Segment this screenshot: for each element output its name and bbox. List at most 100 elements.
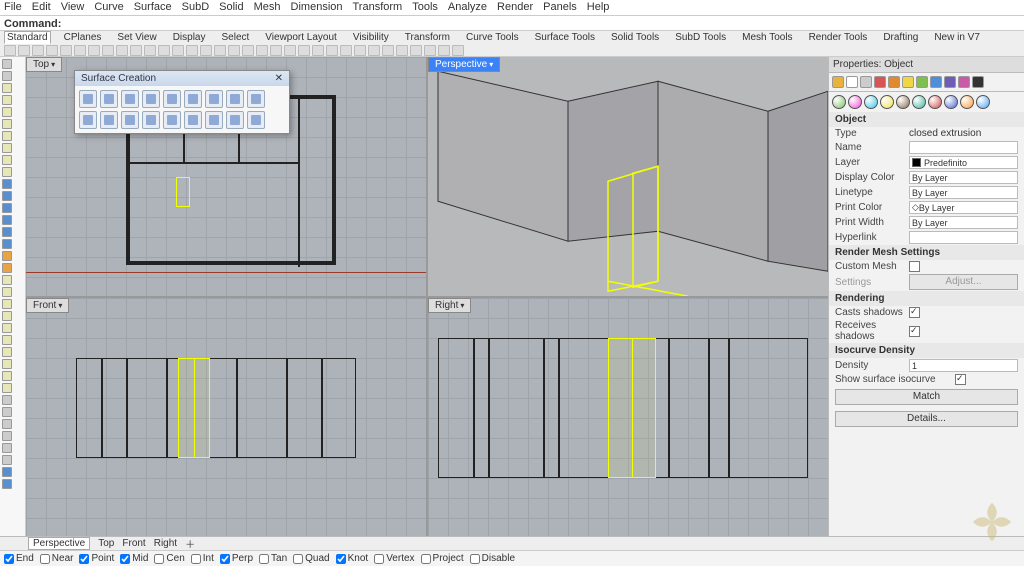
palette-swatch[interactable] (874, 76, 886, 88)
tool-extend-icon[interactable] (2, 299, 12, 309)
material-ball[interactable] (896, 95, 910, 109)
toolbar-icon[interactable] (60, 45, 72, 56)
tool-polyline-icon[interactable] (2, 95, 12, 105)
tool-polygon-icon[interactable] (2, 143, 12, 153)
prop-layer-select[interactable]: Predefinito (909, 156, 1018, 169)
material-ball[interactable] (944, 95, 958, 109)
menu-solid[interactable]: Solid (219, 1, 243, 14)
toolbar-icon[interactable] (396, 45, 408, 56)
menu-subd[interactable]: SubD (182, 1, 210, 14)
osnap-checkbox[interactable] (120, 554, 130, 564)
tool-shade-icon[interactable] (2, 479, 12, 489)
custom-mesh-checkbox[interactable] (909, 261, 920, 272)
tool-explode-icon[interactable] (2, 251, 12, 261)
prop-name-input[interactable] (909, 141, 1018, 154)
osnap-mid[interactable]: Mid (120, 553, 148, 564)
tab-setview[interactable]: Set View (114, 31, 159, 44)
osnap-perp[interactable]: Perp (220, 553, 253, 564)
adjust-button[interactable]: Adjust... (909, 274, 1018, 290)
srf-tool-icon[interactable] (142, 90, 160, 108)
viewport-perspective-label[interactable]: Perspective▾ (428, 57, 500, 72)
toolbar-icon[interactable] (382, 45, 394, 56)
toolbar-icon[interactable] (438, 45, 450, 56)
tool-cone-icon[interactable] (2, 239, 12, 249)
command-line[interactable]: Command: (0, 16, 1024, 31)
tab-solid-tools[interactable]: Solid Tools (608, 31, 662, 44)
tab-display[interactable]: Display (170, 31, 209, 44)
osnap-end[interactable]: End (4, 553, 34, 564)
tool-render-icon[interactable] (2, 467, 12, 477)
tool-grid-icon[interactable] (2, 443, 12, 453)
osnap-cen[interactable]: Cen (154, 553, 184, 564)
osnap-checkbox[interactable] (40, 554, 50, 564)
tab-cplanes[interactable]: CPlanes (61, 31, 105, 44)
material-ball[interactable] (912, 95, 926, 109)
toolbar-icon[interactable] (186, 45, 198, 56)
osnap-knot[interactable]: Knot (336, 553, 369, 564)
palette-swatch[interactable] (916, 76, 928, 88)
palette-swatch[interactable] (944, 76, 956, 88)
vtab-perspective[interactable]: Perspective (28, 537, 90, 550)
tool-curve-icon[interactable] (2, 155, 12, 165)
toolbar-icon[interactable] (130, 45, 142, 56)
menu-transform[interactable]: Transform (353, 1, 403, 14)
tab-render-tools[interactable]: Render Tools (806, 31, 871, 44)
osnap-disable[interactable]: Disable (470, 553, 515, 564)
toolbar-icon[interactable] (270, 45, 282, 56)
tab-viewport-layout[interactable]: Viewport Layout (262, 31, 340, 44)
srf-tool-icon[interactable] (226, 111, 244, 129)
toolbar-icon[interactable] (18, 45, 30, 56)
menu-render[interactable]: Render (497, 1, 533, 14)
tool-text-icon[interactable] (2, 419, 12, 429)
menu-view[interactable]: View (61, 1, 85, 14)
toolbar-icon[interactable] (200, 45, 212, 56)
tool-array-icon[interactable] (2, 335, 12, 345)
palette-swatch[interactable] (972, 76, 984, 88)
vtab-right[interactable]: Right (154, 538, 177, 549)
density-input[interactable]: 1 (909, 359, 1018, 372)
tool-hatch-icon[interactable] (2, 431, 12, 441)
toolbar-icon[interactable] (46, 45, 58, 56)
toolbar-icon[interactable] (312, 45, 324, 56)
prop-print-color-select[interactable]: ◇ By Layer (909, 201, 1018, 214)
osnap-quad[interactable]: Quad (293, 553, 329, 564)
toolbar-icon[interactable] (172, 45, 184, 56)
tab-select[interactable]: Select (219, 31, 253, 44)
palette-swatch[interactable] (846, 76, 858, 88)
srf-tool-icon[interactable] (142, 111, 160, 129)
material-ball[interactable] (928, 95, 942, 109)
osnap-int[interactable]: Int (191, 553, 214, 564)
close-icon[interactable]: ✕ (275, 73, 283, 84)
srf-tool-icon[interactable] (100, 111, 118, 129)
toolbar-icon[interactable] (256, 45, 268, 56)
toolbar-icon[interactable] (284, 45, 296, 56)
tool-circle-icon[interactable] (2, 107, 12, 117)
toolbar-icon[interactable] (424, 45, 436, 56)
menu-file[interactable]: File (4, 1, 22, 14)
toolbar-icon[interactable] (368, 45, 380, 56)
srf-tool-icon[interactable] (79, 111, 97, 129)
menu-dimension[interactable]: Dimension (291, 1, 343, 14)
material-ball[interactable] (864, 95, 878, 109)
material-ball[interactable] (880, 95, 894, 109)
srf-tool-icon[interactable] (79, 90, 97, 108)
surface-creation-palette[interactable]: Surface Creation ✕ (74, 70, 290, 134)
srf-tool-icon[interactable] (184, 90, 202, 108)
osnap-checkbox[interactable] (470, 554, 480, 564)
prop-display-color-select[interactable]: By Layer (909, 171, 1018, 184)
osnap-checkbox[interactable] (293, 554, 303, 564)
tool-cylinder-icon[interactable] (2, 227, 12, 237)
osnap-near[interactable]: Near (40, 553, 74, 564)
menu-curve[interactable]: Curve (94, 1, 123, 14)
casts-shadows-checkbox[interactable] (909, 307, 920, 318)
vtab-top[interactable]: Top (98, 538, 114, 549)
tool-line-icon[interactable] (2, 83, 12, 93)
srf-tool-icon[interactable] (226, 90, 244, 108)
srf-tool-icon[interactable] (205, 90, 223, 108)
tab-surface-tools[interactable]: Surface Tools (532, 31, 598, 44)
palette-swatch[interactable] (832, 76, 844, 88)
palette-swatch[interactable] (888, 76, 900, 88)
tab-new-v7[interactable]: New in V7 (931, 31, 983, 44)
menu-surface[interactable]: Surface (134, 1, 172, 14)
tab-subd-tools[interactable]: SubD Tools (672, 31, 729, 44)
